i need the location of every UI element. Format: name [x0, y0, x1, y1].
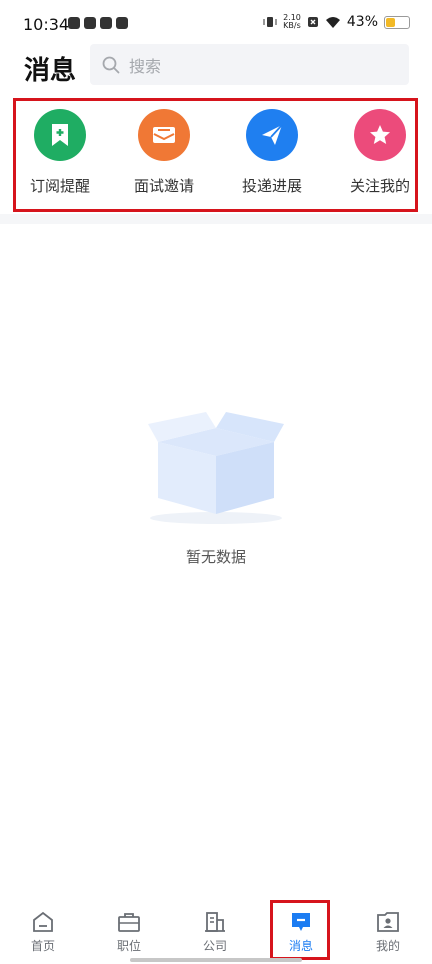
battery-level	[386, 17, 396, 27]
entry-label: 面试邀请	[133, 177, 194, 195]
profile-icon	[377, 912, 399, 932]
notification-icons	[68, 17, 128, 29]
paper-plane-icon	[246, 109, 298, 161]
tab-company[interactable]: 公司	[185, 910, 245, 954]
quick-entries: 订阅提醒 面试邀请 投递进展 关注我的	[13, 98, 418, 212]
tab-label: 公司	[202, 939, 227, 953]
envelope-icon	[138, 109, 190, 161]
entry-delivery-progress[interactable]: 投递进展	[228, 109, 316, 196]
home-icon	[33, 911, 53, 932]
building-icon	[205, 912, 225, 932]
battery-icon	[384, 15, 410, 29]
entry-label: 关注我的	[349, 177, 410, 195]
notification-icon	[68, 17, 80, 29]
search-placeholder: 搜索	[129, 56, 162, 76]
vibrate-icon	[263, 17, 277, 27]
battery-percent: 43%	[346, 14, 378, 30]
status-right: 2.10 KB/s 43%	[263, 14, 410, 30]
tab-home[interactable]: 首页	[13, 910, 73, 954]
tab-profile[interactable]: 我的	[358, 910, 418, 954]
status-time: 10:34	[23, 15, 70, 34]
star-icon	[354, 109, 406, 161]
tab-label: 首页	[30, 939, 55, 953]
mail-icon	[116, 17, 128, 29]
entry-who-follows-me[interactable]: 关注我的	[336, 109, 424, 196]
bottom-tab-bar: 首页 职位 公司 消息 我的	[0, 898, 432, 964]
tiktok-icon	[100, 17, 112, 29]
empty-box-icon	[136, 400, 296, 530]
entry-label: 订阅提醒	[29, 177, 90, 195]
entry-label: 投递进展	[241, 177, 302, 195]
tab-label: 我的	[375, 939, 400, 953]
net-speed-unit: KB/s	[283, 21, 301, 30]
tab-jobs[interactable]: 职位	[99, 910, 159, 954]
page-title: 消息	[24, 56, 77, 86]
briefcase-icon	[118, 913, 140, 932]
entry-interview-invitation[interactable]: 面试邀请	[120, 109, 208, 196]
search-icon	[102, 56, 120, 73]
section-divider	[0, 214, 432, 224]
header: 消息 搜索	[0, 44, 432, 88]
notification-icon	[84, 17, 96, 29]
no-sim-icon	[307, 17, 318, 27]
empty-state-text: 暂无数据	[185, 548, 246, 566]
search-input[interactable]: 搜索	[90, 44, 409, 85]
entry-subscription-reminder[interactable]: 订阅提醒	[16, 109, 104, 196]
wifi-icon	[325, 16, 340, 28]
bookmark-plus-icon	[34, 109, 86, 161]
network-speed: 2.10 KB/s	[283, 14, 301, 30]
home-indicator[interactable]	[130, 958, 302, 962]
tab-label: 职位	[116, 939, 141, 953]
active-tab-highlight	[270, 900, 330, 960]
